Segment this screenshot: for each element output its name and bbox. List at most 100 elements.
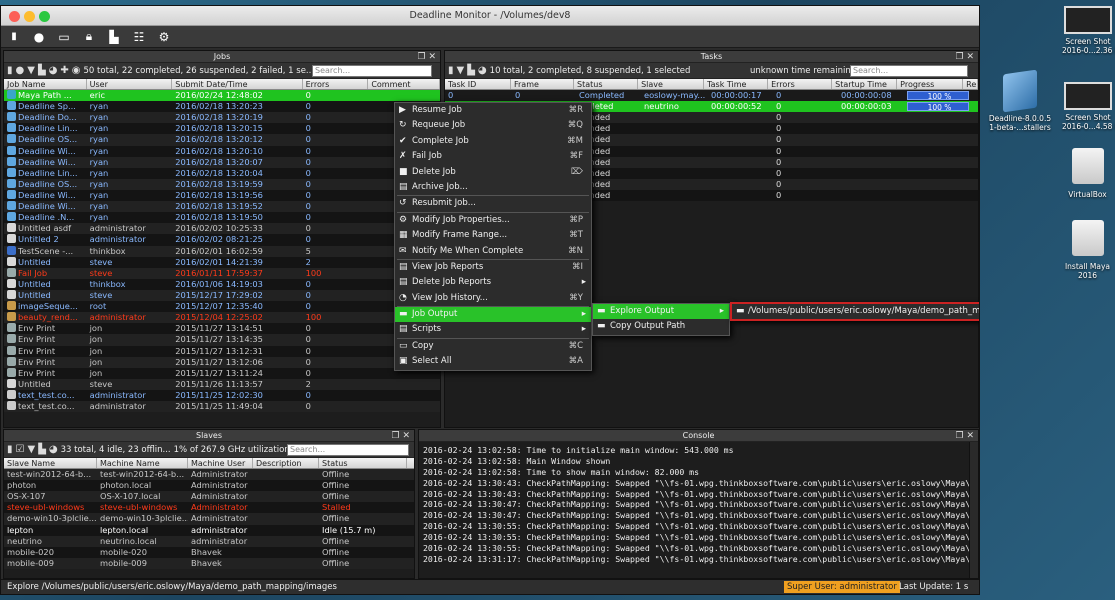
table-row[interactable]: 0 0 Completed eoslowy-may... 00:00:00:17 0 00:… bbox=[445, 90, 978, 102]
table-row[interactable]: Deadline .N... ryan 2016/02/18 13:19:50 0 bbox=[4, 212, 440, 224]
table-row[interactable]: Env Print jon 2015/11/27 13:11:24 0 bbox=[4, 367, 440, 379]
col-job-name[interactable]: Job Name bbox=[4, 79, 87, 89]
desktop-icon-virtualbox[interactable]: VirtualBox bbox=[1060, 148, 1115, 199]
menu-item-copy[interactable]: ▭ Copy ⌘C bbox=[395, 339, 591, 354]
col-status[interactable]: Status bbox=[319, 458, 407, 468]
window-icon[interactable]: ▭ bbox=[57, 30, 71, 44]
table-row[interactable]: Env Print jon 2015/11/27 13:12:31 0 bbox=[4, 345, 440, 357]
table-row[interactable]: Deadline Wi... ryan 2016/02/18 13:20:10 0 bbox=[4, 145, 440, 157]
desktop-icon-screenshot-2[interactable]: Screen Shot 2016-0...4.58 PM bbox=[1062, 82, 1115, 131]
table-row[interactable]: imageSeque... root 2015/12/07 12:35:40 0 bbox=[4, 301, 440, 313]
col-slave[interactable]: Slave bbox=[638, 79, 705, 89]
output-path-item[interactable]: ▬ /Volumes/public/users/eric.oslowy/Maya… bbox=[732, 304, 979, 319]
table-row[interactable]: Untitled thinkbox 2016/01/06 14:19:03 0 bbox=[4, 278, 440, 290]
console-scrollbar[interactable] bbox=[969, 442, 978, 578]
bookmark-icon[interactable]: ▙ bbox=[467, 65, 475, 76]
menu-item-notify-me-when-complete[interactable]: ✉ Notify Me When Complete ⌘N bbox=[395, 244, 591, 259]
table-row[interactable]: steve-ubl-windows steve-ubl-windows Admini… bbox=[4, 502, 414, 514]
table-row[interactable]: text_test.co... administrator 2015/11/25 1… bbox=[4, 389, 440, 402]
panel-controls[interactable]: ❐ ✕ bbox=[956, 430, 974, 442]
table-row[interactable]: TestScene -... thinkbox 2016/02/01 16:02:5… bbox=[4, 245, 440, 257]
pie-icon[interactable]: ◕ bbox=[478, 65, 487, 76]
panel-controls[interactable]: ❐ ✕ bbox=[392, 430, 410, 442]
table-row[interactable]: Deadline Do... ryan 2016/02/18 13:20:19 0 bbox=[4, 112, 440, 124]
col-task-time[interactable]: Task Time bbox=[704, 79, 769, 89]
menu-item-resubmit-job[interactable]: ↺ Resubmit Job... bbox=[395, 196, 591, 211]
table-row[interactable]: Deadline Lin... ryan 2016/02/18 13:20:04 0 bbox=[4, 167, 440, 179]
bookmark-icon[interactable]: ▙ bbox=[38, 444, 46, 455]
minimize-window-button[interactable] bbox=[24, 11, 35, 22]
console-log[interactable]: 2016-02-24 13:02:58: Time to initialize … bbox=[419, 442, 978, 565]
table-row[interactable]: Env Print jon 2015/11/27 13:12:06 0 bbox=[4, 356, 440, 368]
table-row[interactable]: Deadline Sp... ryan 2016/02/18 13:20:23 0 bbox=[4, 101, 440, 113]
col-task-id[interactable]: Task ID bbox=[445, 79, 511, 89]
menu-item-complete-job[interactable]: ✔ Complete Job ⌘M bbox=[395, 134, 591, 149]
table-row[interactable]: Untitled steve 2015/12/17 17:29:02 0 bbox=[4, 289, 440, 302]
panel-controls[interactable]: ❐ ✕ bbox=[418, 51, 436, 63]
lock-icon[interactable]: 🔒︎ bbox=[82, 29, 96, 44]
zoom-window-button[interactable] bbox=[39, 11, 50, 22]
close-window-button[interactable] bbox=[9, 11, 20, 22]
table-row[interactable]: Deadline Wi... ryan 2016/02/18 13:20:07 0 bbox=[4, 156, 440, 168]
desktop-icon-install-maya[interactable]: Install Maya 2016 bbox=[1060, 220, 1115, 280]
table-row[interactable]: Deadline Lin... ryan 2016/02/18 13:20:15 0 bbox=[4, 123, 440, 135]
checkbox-icon[interactable]: ☑ bbox=[16, 444, 25, 455]
table-row[interactable]: lepton lepton.local administrator Idle (15.… bbox=[4, 524, 414, 536]
menu-item-view-job-history[interactable]: ◔ View Job History... ⌘Y bbox=[395, 291, 591, 306]
menu-item-job-output[interactable]: ▬ Job Output ▸ bbox=[395, 307, 591, 323]
panel-controls[interactable]: ❐ ✕ bbox=[956, 51, 974, 63]
submenu-item-explore-output[interactable]: ▬ Explore Output ▸ bbox=[593, 304, 729, 320]
filter-icon[interactable]: ▼ bbox=[27, 65, 35, 76]
table-row[interactable]: Env Print jon 2015/11/27 13:14:35 0 bbox=[4, 334, 440, 346]
menu-item-resume-job[interactable]: ▶ Resume Job ⌘R bbox=[395, 103, 591, 118]
col-submit-date[interactable]: Submit Date/Time bbox=[172, 79, 303, 89]
table-row[interactable]: OS-X-107 OS-X-107.local Administrator Offli… bbox=[4, 491, 414, 503]
table-row[interactable]: photon photon.local Administrator Offline bbox=[4, 480, 414, 492]
col-re[interactable]: Re bbox=[963, 79, 978, 89]
table-row[interactable]: text_test.co... administrator 2015/11/25 1… bbox=[4, 401, 440, 413]
pie-icon[interactable]: ◕ bbox=[49, 444, 58, 455]
table-row[interactable]: mobile-009 mobile-009 Bhavek Offline bbox=[4, 557, 414, 569]
col-slave-name[interactable]: Slave Name bbox=[4, 458, 97, 468]
table-row[interactable]: beauty_rend... administrator 2015/12/04 12… bbox=[4, 312, 440, 324]
desktop-icon-deadline[interactable]: Deadline-8.0.0.5 1-beta-...stallers bbox=[985, 69, 1055, 132]
tasks-search-input[interactable]: Search... bbox=[850, 65, 968, 77]
col-errors[interactable]: Errors bbox=[768, 79, 833, 89]
menu-item-requeue-job[interactable]: ↻ Requeue Job ⌘Q bbox=[395, 118, 591, 133]
gear-icon[interactable]: ⚙ bbox=[157, 30, 171, 44]
table-row[interactable]: demo-win10-3plclie... demo-win10-3plclie.… bbox=[4, 513, 414, 525]
jobs-search-input[interactable]: Search... bbox=[312, 65, 432, 77]
col-description[interactable]: Description bbox=[253, 458, 319, 468]
menu-item-archive-job[interactable]: ▤ Archive Job... bbox=[395, 180, 591, 195]
col-progress[interactable]: Progress bbox=[897, 79, 964, 89]
menu-item-modify-frame-range[interactable]: ▦ Modify Frame Range... ⌘T bbox=[395, 228, 591, 243]
col-errors[interactable]: Errors bbox=[303, 79, 369, 89]
menu-item-view-job-reports[interactable]: ▤ View Job Reports ⌘I bbox=[395, 260, 591, 275]
table-row[interactable]: Untitled asdf administrator 2016/02/02 10:… bbox=[4, 223, 440, 235]
col-user[interactable]: User bbox=[87, 79, 173, 89]
settings-list-icon[interactable]: ☷ bbox=[132, 30, 146, 44]
table-row[interactable]: test-win2012-64-b... test-win2012-64-b...… bbox=[4, 469, 414, 481]
menu-item-select-all[interactable]: ▣ Select All ⌘A bbox=[395, 354, 591, 369]
col-startup-time[interactable]: Startup Time bbox=[832, 79, 898, 89]
menu-item-fail-job[interactable]: ✗ Fail Job ⌘F bbox=[395, 149, 591, 164]
menu-item-scripts[interactable]: ▤ Scripts ▸ bbox=[395, 322, 591, 337]
menu-item-delete-job-reports[interactable]: ▤ Delete Job Reports ▸ bbox=[395, 275, 591, 290]
table-row[interactable]: Untitled steve 2015/11/26 11:13:57 2 bbox=[4, 378, 440, 390]
user-icon[interactable]: ● bbox=[32, 30, 46, 44]
table-row[interactable]: mobile-020 mobile-020 Bhavek Offline bbox=[4, 546, 414, 558]
table-row[interactable]: Env Print jon 2015/11/27 13:14:51 0 bbox=[4, 323, 440, 335]
table-row[interactable]: neutrino neutrino.local administrator Offli… bbox=[4, 535, 414, 547]
col-machine-user[interactable]: Machine User bbox=[188, 458, 253, 468]
bookmark-icon[interactable]: ▙ bbox=[107, 30, 121, 44]
table-row[interactable]: Deadline Wi... ryan 2016/02/18 13:19:56 0 bbox=[4, 189, 440, 202]
col-comment[interactable]: Comment bbox=[368, 79, 440, 89]
table-row[interactable]: Deadline OS... ryan 2016/02/18 13:20:12 0 bbox=[4, 134, 440, 146]
menu-item-modify-job-properties[interactable]: ⚙ Modify Job Properties... ⌘P bbox=[395, 213, 591, 228]
table-row[interactable]: Untitled 2 administrator 2016/02/02 08:21:… bbox=[4, 234, 440, 246]
clear-icon[interactable]: ◉ bbox=[72, 65, 81, 76]
user-filter-icon[interactable]: ● bbox=[16, 65, 25, 76]
pie-icon[interactable]: ◕ bbox=[49, 65, 58, 76]
bookmark-icon[interactable]: ▙ bbox=[38, 65, 46, 76]
table-row[interactable]: Maya Path ... eric 2016/02/24 12:48:02 0 bbox=[4, 90, 440, 102]
